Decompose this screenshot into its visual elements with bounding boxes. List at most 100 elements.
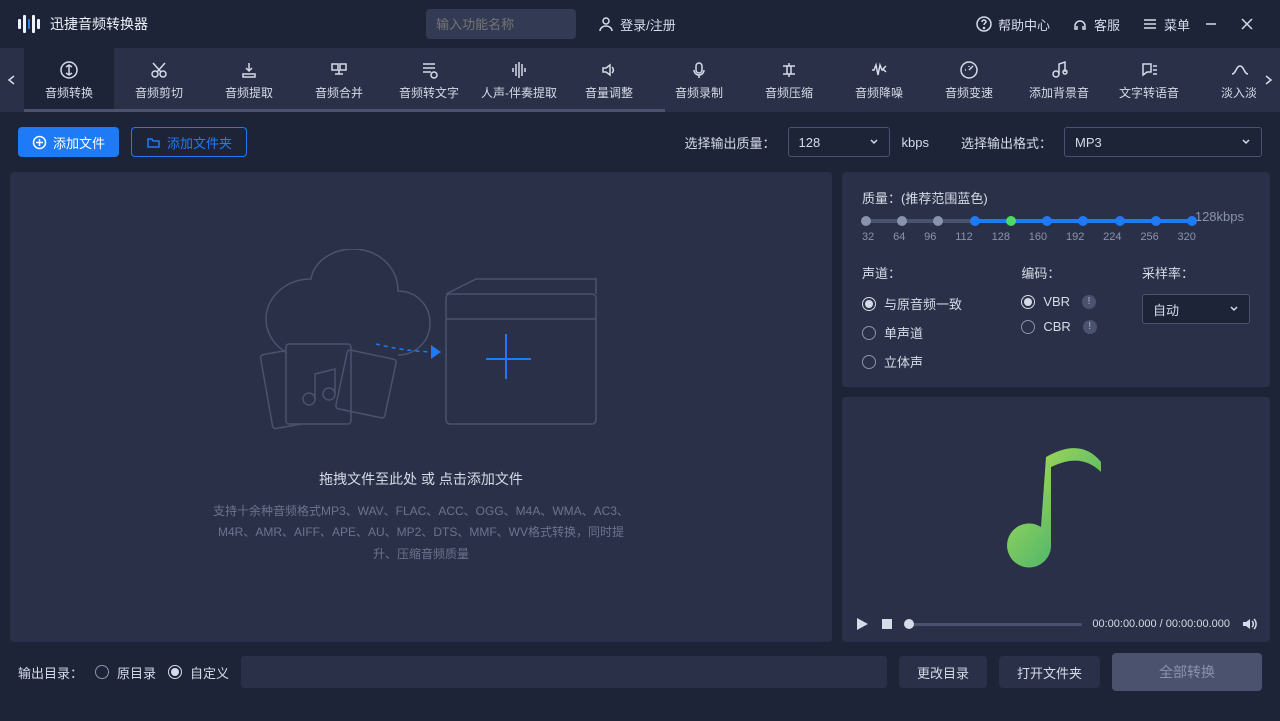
tick-32[interactable] xyxy=(861,216,871,226)
tool-convert[interactable]: 音频转换 xyxy=(24,48,114,112)
compress-icon xyxy=(779,60,799,80)
tick-256[interactable] xyxy=(1151,216,1161,226)
output-label: 输出目录： xyxy=(18,663,83,682)
play-button[interactable] xyxy=(854,616,870,632)
info-icon[interactable]: ! xyxy=(1083,320,1097,334)
help-button[interactable]: 帮助中心 xyxy=(976,15,1050,34)
chevron-right-icon xyxy=(1262,74,1274,86)
chevron-down-icon xyxy=(1241,137,1251,147)
tool-compress[interactable]: 音频压缩 xyxy=(744,48,834,112)
close-button[interactable] xyxy=(1232,9,1262,39)
tick-192[interactable] xyxy=(1078,216,1088,226)
tool-bgm[interactable]: 添加背景音 xyxy=(1014,48,1104,112)
scroll-left-button[interactable] xyxy=(0,48,24,112)
tick-224[interactable] xyxy=(1115,216,1125,226)
minimize-icon xyxy=(1204,17,1218,31)
tool-tts[interactable]: 文字转语音 xyxy=(1104,48,1194,112)
app-logo: 迅捷音频转换器 xyxy=(18,13,148,35)
quality-badge: 128kbps xyxy=(1195,209,1244,224)
vocal-icon xyxy=(509,60,529,80)
music-note-icon xyxy=(1001,427,1111,577)
merge-icon xyxy=(329,60,349,80)
output-path-input[interactable] xyxy=(241,656,887,688)
tick-label: 160 xyxy=(1029,231,1047,243)
channel-stereo[interactable]: 立体声 xyxy=(862,352,997,371)
tick-label: 64 xyxy=(893,231,905,243)
player-panel: 00:00:00.000 / 00:00:00.000 xyxy=(842,397,1270,642)
info-icon[interactable]: ! xyxy=(1082,295,1096,309)
search-input[interactable] xyxy=(436,17,612,32)
time-display: 00:00:00.000 / 00:00:00.000 xyxy=(1092,618,1230,630)
tick-64[interactable] xyxy=(897,216,907,226)
cut-icon xyxy=(149,60,169,80)
tool-merge[interactable]: 音频合并 xyxy=(294,48,384,112)
add-file-button[interactable]: 添加文件 xyxy=(18,127,119,157)
app-title: 迅捷音频转换器 xyxy=(50,14,148,34)
scroll-right-button[interactable] xyxy=(1256,48,1280,112)
tick-label: 96 xyxy=(924,231,936,243)
close-icon xyxy=(1240,17,1254,31)
denoise-icon xyxy=(869,60,889,80)
output-custom[interactable]: 自定义 xyxy=(168,663,229,682)
progress-slider[interactable] xyxy=(904,623,1082,626)
tool-denoise[interactable]: 音频降噪 xyxy=(834,48,924,112)
tick-112[interactable] xyxy=(970,216,980,226)
format-label: 选择输出格式： xyxy=(961,133,1052,152)
chevron-down-icon xyxy=(1229,304,1239,314)
headset-icon xyxy=(1072,16,1088,32)
plus-circle-icon xyxy=(32,135,47,150)
tool-volume[interactable]: 音量调整 xyxy=(564,48,654,112)
channel-original[interactable]: 与原音频一致 xyxy=(862,294,997,313)
tick-96[interactable] xyxy=(933,216,943,226)
chevron-down-icon xyxy=(869,137,879,147)
quality-header: 质量：(推荐范围蓝色) xyxy=(862,188,1250,207)
quality-select[interactable]: 128 xyxy=(788,127,890,157)
drop-title: 拖拽文件至此处 或 点击添加文件 xyxy=(319,469,523,489)
tick-label: 192 xyxy=(1066,231,1084,243)
channel-mono[interactable]: 单声道 xyxy=(862,323,997,342)
drop-zone[interactable]: 拖拽文件至此处 或 点击添加文件 支持十余种音频格式MP3、WAV、FLAC、A… xyxy=(10,172,832,642)
drop-illustration xyxy=(231,249,611,449)
kbps-label: kbps xyxy=(902,135,929,150)
convert-icon xyxy=(59,60,79,80)
encoding-group: 编码： VBR! CBR! xyxy=(1021,263,1118,371)
tool-extract[interactable]: 音频提取 xyxy=(204,48,294,112)
logo-icon xyxy=(18,13,40,35)
tool-to-text[interactable]: 音频转文字 xyxy=(384,48,474,112)
chevron-left-icon xyxy=(6,74,18,86)
encoding-vbr[interactable]: VBR! xyxy=(1021,294,1118,309)
search-box[interactable] xyxy=(426,9,576,39)
open-folder-button[interactable]: 打开文件夹 xyxy=(999,656,1100,688)
tool-record[interactable]: 音频录制 xyxy=(654,48,744,112)
encoding-cbr[interactable]: CBR! xyxy=(1021,319,1118,334)
tick-320[interactable] xyxy=(1187,216,1197,226)
minimize-button[interactable] xyxy=(1196,9,1226,39)
tool-vocal[interactable]: 人声-伴奏提取 xyxy=(474,48,564,112)
change-dir-button[interactable]: 更改目录 xyxy=(899,656,987,688)
fade-icon xyxy=(1229,60,1249,80)
quality-slider[interactable] xyxy=(866,219,1192,223)
tick-label: 32 xyxy=(862,231,874,243)
output-original[interactable]: 原目录 xyxy=(95,663,156,682)
toolbar-scrollbar[interactable] xyxy=(24,109,1256,112)
tick-label: 128 xyxy=(992,231,1010,243)
stop-button[interactable] xyxy=(880,617,894,631)
format-select[interactable]: MP3 xyxy=(1064,127,1262,157)
tick-label: 320 xyxy=(1178,231,1196,243)
add-folder-button[interactable]: 添加文件夹 xyxy=(131,127,247,157)
service-button[interactable]: 客服 xyxy=(1072,15,1120,34)
samplerate-select[interactable]: 自动 xyxy=(1142,294,1250,324)
volume-icon[interactable] xyxy=(1240,615,1258,633)
bgm-icon xyxy=(1049,60,1069,80)
tool-speed[interactable]: 音频变速 xyxy=(924,48,1014,112)
convert-all-button[interactable]: 全部转换 xyxy=(1112,653,1262,691)
tool-fade[interactable]: 淡入淡 xyxy=(1194,48,1256,112)
tick-label: 112 xyxy=(955,231,973,243)
menu-button[interactable]: 菜单 xyxy=(1142,15,1190,34)
tick-128[interactable] xyxy=(1006,216,1016,226)
player-artwork xyxy=(842,397,1270,606)
tool-cut[interactable]: 音频剪切 xyxy=(114,48,204,112)
tick-160[interactable] xyxy=(1042,216,1052,226)
channel-group: 声道： 与原音频一致 单声道 立体声 xyxy=(862,263,997,371)
login-button[interactable]: 登录/注册 xyxy=(598,15,676,34)
